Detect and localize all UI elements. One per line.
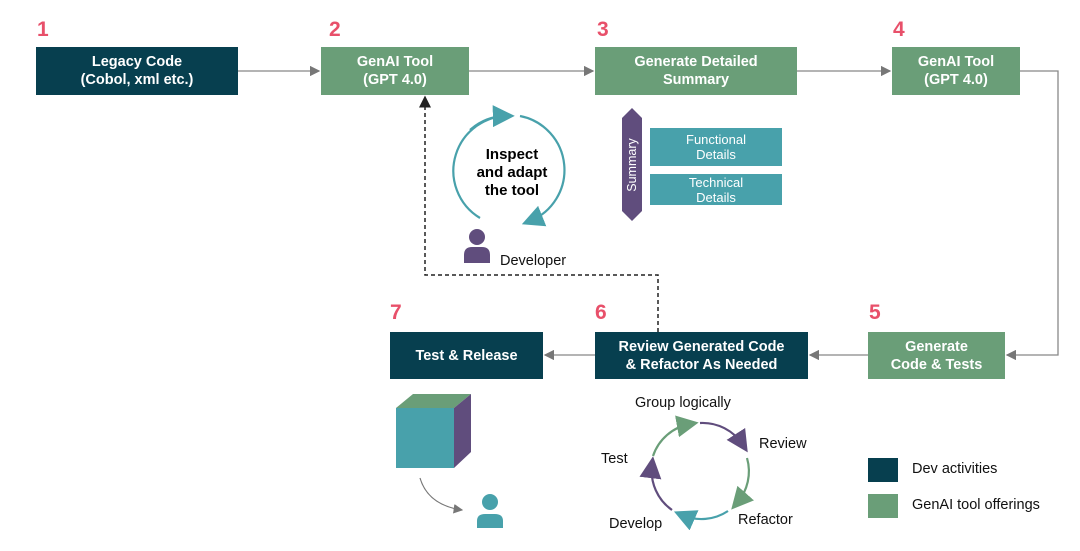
user-icon (477, 494, 503, 528)
step-number-5: 5 (869, 301, 881, 324)
arrow-4-5 (1005, 70, 1059, 361)
step-genai-tool-2: GenAI Tool (GPT 4.0) (892, 47, 1020, 95)
step-number-3: 3 (597, 18, 609, 41)
step-review-refactor: Review Generated Code & Refactor As Need… (595, 332, 808, 379)
step-number-4: 4 (893, 18, 905, 41)
step-generate-summary: Generate Detailed Summary (595, 47, 797, 95)
step-legacy-code: Legacy Code (Cobol, xml etc.) (36, 47, 238, 95)
technical-details: Technical Details (650, 174, 782, 205)
workflow-diagram: 1 2 3 4 5 6 7 Legacy Code (Cobol, xml et… (0, 0, 1080, 551)
step-test-release: Test & Release (390, 332, 543, 379)
dev-cycle-icon (639, 415, 754, 531)
cycle-refactor: Refactor (738, 512, 793, 528)
release-arrow (419, 477, 464, 514)
cycle-group-logically: Group logically (635, 395, 731, 411)
summary-tag: Summary (622, 108, 642, 221)
release-cube-icon (396, 394, 471, 468)
cycle-review: Review (759, 436, 807, 452)
cycle-develop: Develop (609, 516, 663, 532)
functional-details: Functional Details (650, 128, 782, 166)
legend-swatch-dev (868, 458, 898, 482)
step-generate-code-tests: Generate Code & Tests (868, 332, 1005, 379)
legend-genai-label: GenAI tool offerings (912, 497, 1040, 513)
cycle-test: Test (601, 451, 628, 467)
step-number-2: 2 (329, 18, 341, 41)
inspect-label: Inspect and adapt the tool (476, 146, 548, 199)
developer-icon (464, 229, 490, 263)
step-number-6: 6 (595, 301, 607, 324)
step-number-7: 7 (390, 301, 402, 324)
legend-swatch-genai (868, 494, 898, 518)
step-number-1: 1 (37, 18, 49, 41)
legend-dev-label: Dev activities (912, 461, 998, 477)
summary-label: Summary (625, 137, 639, 192)
step-genai-tool-1: GenAI Tool (GPT 4.0) (321, 47, 469, 95)
developer-label: Developer (500, 253, 567, 269)
